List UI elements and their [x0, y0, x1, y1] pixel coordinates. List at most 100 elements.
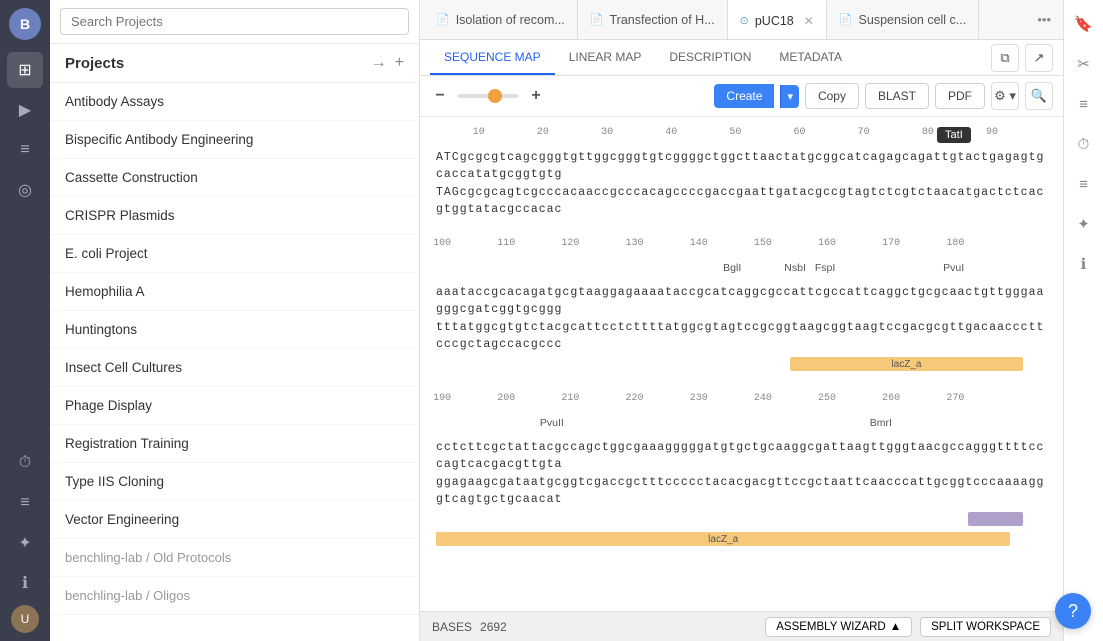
ruler-mark: 180 [946, 238, 964, 249]
ruler-mark: 140 [690, 238, 708, 249]
feature-bar-lacz-a-2[interactable]: lacZ_a [436, 532, 1010, 546]
help-fab-button[interactable]: ? [1055, 593, 1091, 629]
pdf-button[interactable]: PDF [935, 83, 985, 109]
list-item[interactable]: Type IIS Cloning [50, 463, 419, 501]
ruler-mark: 10 [473, 127, 485, 138]
list-item[interactable]: Phage Display [50, 387, 419, 425]
nav-icon-play[interactable]: ▶ [7, 92, 43, 128]
sub-tab-description[interactable]: DESCRIPTION [655, 40, 765, 75]
list-item[interactable]: Cassette Construction [50, 159, 419, 197]
nav-icon-search[interactable]: ◎ [7, 172, 43, 208]
ruler-mark: 60 [794, 127, 806, 138]
split-workspace-button[interactable]: SPLIT WORKSPACE [920, 617, 1051, 637]
seq-line-3b: ggagaagcgataatgcggtcgaccgctttccccctacacg… [436, 474, 1047, 509]
ruler-mark: 40 [665, 127, 677, 138]
sub-tab-metadata[interactable]: METADATA [765, 40, 856, 75]
ruler-mark: 80 [922, 127, 934, 138]
enzyme-tooltip-tati: TatI [937, 127, 971, 143]
bookmark-icon[interactable]: 🔖 [1068, 8, 1100, 40]
create-button[interactable]: Create [714, 84, 774, 108]
ruler-mark: 230 [690, 393, 708, 404]
ruler-mark: 190 [433, 393, 451, 404]
ruler-mark: 70 [858, 127, 870, 138]
list-item[interactable]: benchling-lab / Oligos [50, 577, 419, 615]
document-icon-2: 📄 [590, 13, 604, 26]
ruler-mark: 220 [626, 393, 644, 404]
zoom-out-button[interactable]: − [430, 86, 450, 106]
share-icon[interactable]: ↗ [1025, 44, 1053, 72]
search-icon[interactable]: 🔍 [1025, 82, 1053, 110]
ruler-mark: 90 [986, 127, 998, 138]
feature-bar-lacz-a[interactable]: lacZ_a [790, 357, 1022, 371]
clock-icon[interactable]: ⏱ [1068, 128, 1100, 160]
list-item[interactable]: Huntingtons [50, 311, 419, 349]
seq-line-2b: tttatggcgtgtctacgcattcctcttttatggcgtagtc… [436, 319, 1047, 354]
align-icon[interactable]: ≡ [1068, 88, 1100, 120]
create-dropdown-button[interactable]: ▾ [780, 85, 799, 108]
list-item[interactable]: Vector Engineering [50, 501, 419, 539]
enzyme-label-pvui: PvuI [943, 262, 964, 274]
ruler-mark: 170 [882, 238, 900, 249]
list-item[interactable]: Antibody Assays [50, 83, 419, 121]
tab-puc18[interactable]: ⊙ pUC18 ✕ [728, 0, 827, 39]
sequence-block-1: TatI 10 20 30 40 50 60 70 80 90 ATCgcgcg… [436, 127, 1047, 218]
list-item[interactable]: benchling-lab / Old Protocols [50, 539, 419, 577]
list-item[interactable]: E. coli Project [50, 235, 419, 273]
scissors-icon[interactable]: ✂ [1068, 48, 1100, 80]
app-logo[interactable]: B [9, 8, 41, 40]
sequence-block-3: 190 200 210 220 230 240 250 260 270 PvuI… [436, 393, 1047, 548]
sub-tab-linear-map[interactable]: LINEAR MAP [555, 40, 656, 75]
tabs-bar: 📄 Isolation of recom... 📄 Transfection o… [420, 0, 1063, 40]
ruler-mark: 120 [561, 238, 579, 249]
zoom-in-button[interactable]: + [526, 86, 546, 106]
list-icon-right[interactable]: ≡ [1068, 168, 1100, 200]
ruler-mark: 130 [626, 238, 644, 249]
feature-bar-row-2: lacZ_a [436, 355, 1047, 373]
seq-line-2a: aaataccgcacagatgcgtaaggagaaaataccgcatcag… [436, 284, 1047, 319]
navigate-forward-icon[interactable]: → [371, 54, 387, 72]
settings-icon[interactable]: ⚙ ▾ [991, 82, 1019, 110]
tab-isolation[interactable]: 📄 Isolation of recom... [424, 0, 578, 39]
copy-button[interactable]: Copy [805, 83, 859, 109]
bases-label: BASES [432, 620, 472, 634]
ruler-3: 190 200 210 220 230 240 250 260 270 [436, 393, 1047, 413]
enzyme-row-2: BglI NsbI FspI PvuI [436, 262, 1047, 284]
nav-icon-info[interactable]: ℹ [7, 565, 43, 601]
user-avatar[interactable]: U [11, 605, 39, 633]
copy-link-icon[interactable]: ⧉ [991, 44, 1019, 72]
tab-close-icon[interactable]: ✕ [804, 14, 814, 28]
info-icon[interactable]: ℹ [1068, 248, 1100, 280]
zoom-slider[interactable] [458, 94, 518, 98]
bottom-bar: BASES 2692 ASSEMBLY WIZARD ▲ SPLIT WORKS… [420, 611, 1063, 641]
ruler-2: 100 110 120 130 140 150 160 170 180 [436, 238, 1047, 258]
blast-button[interactable]: BLAST [865, 83, 929, 109]
ruler-mark: 50 [729, 127, 741, 138]
sparkle-icon[interactable]: ✦ [1068, 208, 1100, 240]
feature-bar-purple[interactable] [968, 512, 1023, 526]
feature-bar-row-3b: lacZ_a [436, 530, 1047, 548]
nav-icon-star[interactable]: ✦ [7, 525, 43, 561]
list-item[interactable]: CRISPR Plasmids [50, 197, 419, 235]
sub-tab-sequence-map[interactable]: SEQUENCE MAP [430, 40, 555, 75]
list-item[interactable]: Bispecific Antibody Engineering [50, 121, 419, 159]
enzyme-label-pvuii: PvuII [540, 417, 564, 429]
nav-icon-list[interactable]: ≡ [7, 485, 43, 521]
chevron-up-icon: ▲ [890, 621, 901, 633]
search-input[interactable] [60, 8, 409, 35]
ruler-mark: 270 [946, 393, 964, 404]
left-rail: B ⊞ ▶ ≡ ◎ ⏱ ≡ ✦ ℹ U [0, 0, 50, 641]
add-project-icon[interactable]: + [395, 54, 404, 72]
assembly-wizard-button[interactable]: ASSEMBLY WIZARD ▲ [765, 617, 912, 637]
tab-suspension[interactable]: 📄 Suspension cell c... [827, 0, 979, 39]
zoom-thumb [488, 89, 502, 103]
main-content: 📄 Isolation of recom... 📄 Transfection o… [420, 0, 1063, 641]
tab-transfection[interactable]: 📄 Transfection of H... [578, 0, 728, 39]
search-bar [50, 0, 419, 44]
list-item[interactable]: Registration Training [50, 425, 419, 463]
tabs-more-icon[interactable]: ••• [1029, 12, 1059, 27]
list-item[interactable]: Insect Cell Cultures [50, 349, 419, 387]
list-item[interactable]: Hemophilia A [50, 273, 419, 311]
nav-icon-menu[interactable]: ≡ [7, 132, 43, 168]
nav-icon-grid[interactable]: ⊞ [7, 52, 43, 88]
nav-icon-clock[interactable]: ⏱ [7, 445, 43, 481]
